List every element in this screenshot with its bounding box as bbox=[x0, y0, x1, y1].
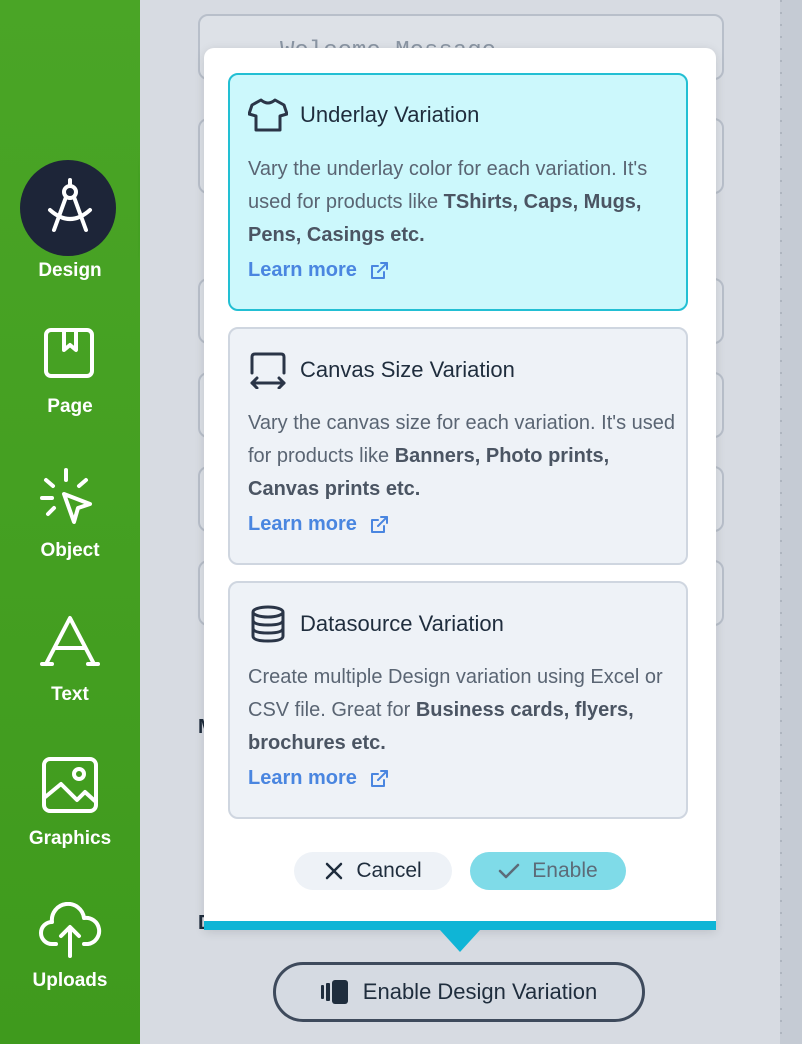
popover-arrow bbox=[440, 930, 480, 952]
external-link-icon bbox=[370, 261, 388, 279]
text-a-icon bbox=[40, 616, 100, 666]
cloud-upload-icon bbox=[39, 902, 102, 958]
canvas-size-variation-card[interactable]: Canvas Size Variation Vary the canvas si… bbox=[228, 327, 688, 565]
learn-more-label: Learn more bbox=[248, 767, 357, 789]
enable-design-variation-button[interactable]: Enable Design Variation bbox=[273, 962, 645, 1022]
page-bookmark-icon bbox=[44, 328, 94, 378]
learn-more-link[interactable]: Learn more bbox=[248, 513, 389, 536]
cancel-button-label: Cancel bbox=[356, 859, 422, 882]
image-icon bbox=[42, 757, 98, 813]
sidebar-item-label: Design bbox=[38, 260, 102, 281]
card-title: Underlay Variation bbox=[300, 102, 480, 127]
close-icon bbox=[326, 862, 343, 880]
card-description: Vary the canvas size for each variation.… bbox=[248, 407, 678, 506]
sidebar-item-label: Text bbox=[51, 684, 89, 705]
canvas-resize-icon bbox=[250, 352, 286, 389]
learn-more-label: Learn more bbox=[248, 259, 357, 281]
cancel-button[interactable]: Cancel bbox=[294, 852, 452, 890]
enable-button-label: Enable bbox=[532, 859, 598, 882]
external-link-icon bbox=[370, 515, 388, 533]
learn-more-link[interactable]: Learn more bbox=[248, 259, 389, 282]
sidebar-item-label: Object bbox=[40, 540, 100, 561]
sidebar-item-text[interactable]: Text bbox=[0, 614, 140, 706]
left-sidebar: Design Page Object Text Graphics Uploads bbox=[0, 0, 140, 1044]
sidebar-item-label: Uploads bbox=[32, 970, 108, 991]
sidebar-item-label: Page bbox=[47, 396, 93, 417]
pointer-click-icon bbox=[40, 468, 92, 524]
enable-design-variation-label: Enable Design Variation bbox=[362, 979, 598, 1004]
tshirt-icon bbox=[248, 98, 288, 132]
popover-accent-bar bbox=[204, 921, 716, 930]
sidebar-item-page[interactable]: Page bbox=[0, 326, 140, 418]
external-link-icon bbox=[370, 769, 388, 787]
sidebar-item-uploads[interactable]: Uploads bbox=[0, 902, 140, 992]
ruler-dots bbox=[780, 0, 782, 1044]
sidebar-item-graphics[interactable]: Graphics bbox=[0, 756, 140, 850]
learn-more-link[interactable]: Learn more bbox=[248, 767, 389, 790]
card-description: Create multiple Design variation using E… bbox=[248, 661, 678, 760]
card-description: Vary the underlay color for each variati… bbox=[248, 153, 678, 252]
card-title: Canvas Size Variation bbox=[300, 357, 515, 382]
card-header: Datasource Variation bbox=[248, 605, 504, 643]
sidebar-item-label: Graphics bbox=[28, 828, 112, 849]
sidebar-item-design[interactable]: Design bbox=[0, 176, 140, 282]
datasource-variation-card[interactable]: Datasource Variation Create multiple Des… bbox=[228, 581, 688, 819]
database-icon bbox=[251, 605, 285, 643]
card-title: Datasource Variation bbox=[300, 611, 504, 636]
card-header: Underlay Variation bbox=[248, 97, 479, 133]
underlay-variation-card[interactable]: Underlay Variation Vary the underlay col… bbox=[228, 73, 688, 311]
learn-more-label: Learn more bbox=[248, 513, 357, 535]
card-header: Canvas Size Variation bbox=[248, 351, 515, 389]
scrollbar-track[interactable] bbox=[780, 0, 802, 1044]
checkmark-icon bbox=[499, 863, 520, 879]
compass-icon bbox=[48, 178, 92, 232]
stacked-cards-icon bbox=[320, 980, 348, 1004]
sidebar-item-object[interactable]: Object bbox=[0, 468, 140, 562]
enable-button[interactable]: Enable bbox=[470, 852, 626, 890]
